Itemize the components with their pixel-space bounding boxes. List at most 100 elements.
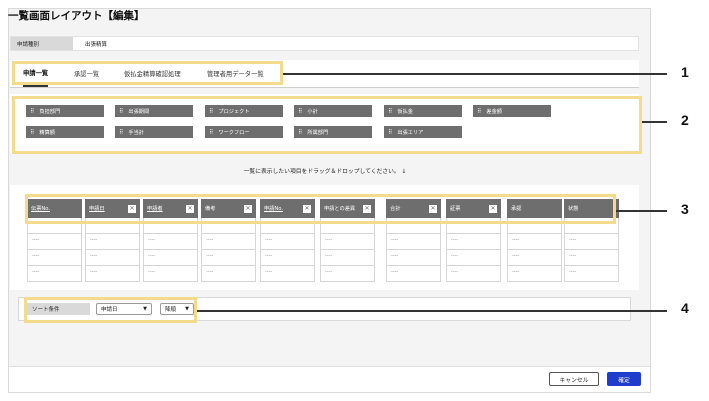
field-chip[interactable]: ⠿ 手当計 <box>115 126 193 138</box>
field-chip-label: 手当計 <box>128 129 144 136</box>
field-chip[interactable]: ⠿ 出張期間 <box>115 105 193 117</box>
remove-column-icon[interactable]: ✕ <box>186 204 194 213</box>
remove-column-icon[interactable]: ✕ <box>303 204 311 213</box>
field-chip-label: ワークフロー <box>218 129 250 136</box>
table-column: 証票 ✕ ---- ---- ---- ---- <box>446 199 501 282</box>
column-header[interactable]: 申請者 ✕ <box>143 199 198 218</box>
callout-leader-1 <box>283 73 667 75</box>
table-cell: ---- <box>201 218 256 234</box>
remove-column-icon[interactable]: ✕ <box>244 204 252 213</box>
table-cell: ---- <box>446 218 501 234</box>
field-chip[interactable]: ⠿ 精算額 <box>26 126 104 138</box>
table-cell: ---- <box>27 234 82 250</box>
table-column: 承認 ---- ---- ---- ---- <box>507 199 562 282</box>
column-header[interactable]: 申請No. ✕ <box>260 199 315 218</box>
field-chip-label: 仮払金 <box>397 108 413 115</box>
column-header-label: 承認 <box>511 206 522 212</box>
field-chip-label: 負担部門 <box>39 108 61 115</box>
callout-number-4: 4 <box>681 300 689 316</box>
sort-field-select[interactable]: 申請日 ▼ <box>96 303 152 315</box>
drag-handle-icon: ⠿ <box>298 128 303 136</box>
application-type-label: 申請種別 <box>11 37 73 50</box>
column-header-label: 備考 <box>205 206 216 212</box>
field-chip[interactable]: ⠿ ワークフロー <box>205 126 283 138</box>
field-chip[interactable]: ⠿ 仮払金 <box>384 105 462 117</box>
sort-conditions-label: ソート条件 <box>26 303 90 315</box>
drag-handle-icon: ⠿ <box>119 107 124 115</box>
column-header[interactable]: 承認 <box>507 199 562 218</box>
drag-handle-icon: ⠿ <box>209 128 214 136</box>
callout-leader-3 <box>616 210 667 212</box>
page-title: 一覧画面レイアウト【編集】 <box>8 10 145 22</box>
drag-handle-icon: ⠿ <box>477 107 482 115</box>
remove-column-icon[interactable]: ✕ <box>489 204 497 213</box>
table-cell: ---- <box>143 218 198 234</box>
sort-order-select[interactable]: 降順 ▼ <box>160 303 194 315</box>
table-cell: ---- <box>386 218 441 234</box>
table-cell: ---- <box>143 266 198 282</box>
table-cell: ---- <box>27 250 82 266</box>
table-cell: ---- <box>85 266 140 282</box>
field-chip[interactable]: ⠿ 負担部門 <box>26 105 104 117</box>
table-cell: ---- <box>260 266 315 282</box>
field-chip[interactable]: ⠿ プロジェクト <box>205 105 283 117</box>
column-header[interactable]: 合計 ✕ <box>386 199 441 218</box>
table-cell: ---- <box>320 218 375 234</box>
table-cell: ---- <box>143 250 198 266</box>
tab-advance-settlement[interactable]: 仮払金精算確認処理 <box>124 60 181 87</box>
field-chip[interactable]: ⠿ 小計 <box>294 105 372 117</box>
table-column: 状態 ---- ---- ---- ---- <box>564 199 619 282</box>
remove-column-icon[interactable]: ✕ <box>429 204 437 213</box>
field-chip[interactable]: ⠿ 差金額 <box>473 105 551 117</box>
table-cell: ---- <box>201 250 256 266</box>
table-cell: ---- <box>564 266 619 282</box>
column-header[interactable]: 申請との差異 ✕ <box>320 199 375 218</box>
column-header-label: 状態 <box>568 206 579 212</box>
tab-application-list[interactable]: 申請一覧 <box>23 60 49 87</box>
cancel-button[interactable]: キャンセル <box>549 372 599 386</box>
drag-hint: 一覧に表示したい項目をドラッグ＆ドロップしてください。 ↓ <box>243 169 407 175</box>
callout-leader-4 <box>197 310 667 312</box>
column-header[interactable]: 状態 <box>564 199 619 218</box>
confirm-button[interactable]: 確定 <box>607 372 641 386</box>
tab-admin-data-list[interactable]: 管理者用データ一覧 <box>207 60 264 87</box>
table-column: 申請No. ✕ ---- ---- ---- ---- <box>260 199 315 282</box>
table-cell: ---- <box>507 250 562 266</box>
field-chip[interactable]: ⠿ 出張エリア <box>384 126 462 138</box>
remove-column-icon[interactable]: ✕ <box>128 204 136 213</box>
table-cell: ---- <box>260 234 315 250</box>
column-header[interactable]: 証票 ✕ <box>446 199 501 218</box>
field-chip-label: 小計 <box>307 108 318 115</box>
remove-column-icon[interactable]: ✕ <box>363 204 371 213</box>
table-cell: ---- <box>320 266 375 282</box>
column-header-label: 申請日 <box>89 206 105 212</box>
column-header[interactable]: 申請日 ✕ <box>85 199 140 218</box>
column-header[interactable]: 備考 ✕ <box>201 199 256 218</box>
table-cell: ---- <box>564 234 619 250</box>
table-cell: ---- <box>27 218 82 234</box>
field-chip[interactable]: ⠿ 所属部門 <box>294 126 372 138</box>
table-cell: ---- <box>446 250 501 266</box>
table-cell: ---- <box>507 218 562 234</box>
available-fields-panel <box>10 94 639 154</box>
column-header[interactable]: 伝票No. <box>27 199 82 218</box>
callout-number-1: 1 <box>681 64 689 80</box>
table-cell: ---- <box>201 234 256 250</box>
table-column: 伝票No. ---- ---- ---- ---- <box>27 199 82 282</box>
table-column: 申請日 ✕ ---- ---- ---- ---- <box>85 199 140 282</box>
chevron-down-icon: ▼ <box>185 306 189 312</box>
table-cell: ---- <box>85 234 140 250</box>
table-cell: ---- <box>27 266 82 282</box>
table-column: 合計 ✕ ---- ---- ---- ---- <box>386 199 441 282</box>
drag-handle-icon: ⠿ <box>388 128 393 136</box>
column-header-label: 証票 <box>450 206 461 212</box>
table-cell: ---- <box>201 266 256 282</box>
column-header-label: 合計 <box>390 206 401 212</box>
table-column: 申請との差異 ✕ ---- ---- ---- ---- <box>320 199 375 282</box>
sort-field-value: 申請日 <box>101 307 118 313</box>
table-cell: ---- <box>507 266 562 282</box>
tab-approval-list[interactable]: 承認一覧 <box>74 60 99 87</box>
field-chip-label: プロジェクト <box>218 108 250 115</box>
field-chip-label: 出張期間 <box>128 108 150 115</box>
drag-handle-icon: ⠿ <box>30 107 35 115</box>
